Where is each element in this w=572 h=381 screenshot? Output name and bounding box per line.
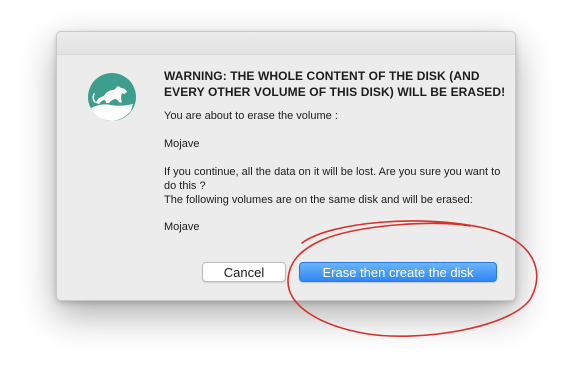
warning-title: WARNING: THE WHOLE CONTENT OF THE DISK (… xyxy=(164,69,506,99)
affected-volume-name: Mojave xyxy=(164,221,200,233)
data-loss-warning: If you continue, all the data on it will… xyxy=(164,166,504,192)
panther-app-icon xyxy=(87,72,137,122)
dialog-titlebar xyxy=(57,32,515,55)
dialog-message: WARNING: THE WHOLE CONTENT OF THE DISK (… xyxy=(164,68,509,234)
cancel-button[interactable]: Cancel xyxy=(202,262,286,282)
erase-create-disk-button[interactable]: Erase then create the disk xyxy=(299,262,497,282)
same-disk-volumes-text: The following volumes are on the same di… xyxy=(164,194,473,206)
screenshot-stage: WARNING: THE WHOLE CONTENT OF THE DISK (… xyxy=(0,0,572,381)
volume-name: Mojave xyxy=(164,138,200,150)
erase-volume-text: You are about to erase the volume : xyxy=(164,110,338,122)
erase-warning-dialog: WARNING: THE WHOLE CONTENT OF THE DISK (… xyxy=(56,31,516,301)
